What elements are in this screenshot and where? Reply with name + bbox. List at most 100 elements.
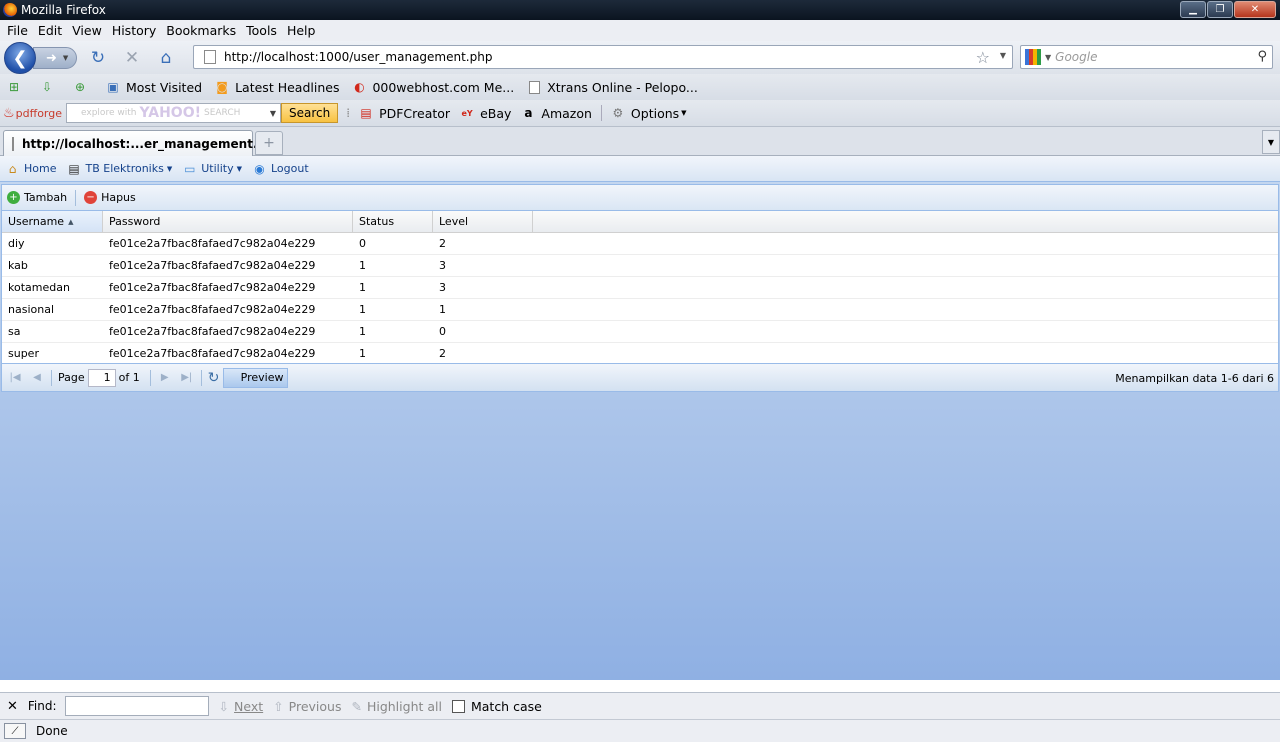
app-menu-utility[interactable]: ▭ Utility ▼: [182, 161, 242, 176]
first-page-icon[interactable]: |◀: [7, 370, 23, 386]
previous-page-icon[interactable]: ◀: [29, 370, 45, 386]
app-menu-logout[interactable]: ◉ Logout: [252, 161, 308, 176]
cell-password: fe01ce2a7fbac8fafaed7c982a04e229: [109, 237, 316, 250]
page-number-input[interactable]: 1: [87, 368, 116, 387]
search-box[interactable]: ▼ Google ⚲: [1020, 45, 1273, 69]
google-icon[interactable]: [1025, 49, 1041, 65]
bookmark-add-item[interactable]: ⊞: [6, 79, 27, 95]
ebay-label: eBay: [480, 105, 512, 121]
search-engine-dropdown-icon[interactable]: ▼: [1045, 53, 1051, 62]
document-icon: ▤: [68, 161, 80, 176]
cell-status: 0: [359, 237, 366, 250]
yahoo-search-button[interactable]: Search: [281, 103, 339, 123]
app-menu-label: TB Elektroniks: [85, 162, 164, 175]
yahoo-search-input[interactable]: explore with YAHOO! SEARCH ▼: [66, 103, 282, 123]
new-tab-button[interactable]: +: [255, 131, 283, 155]
checkbox[interactable]: [451, 699, 465, 713]
maximize-button[interactable]: ❐: [1207, 1, 1233, 18]
toolbar-grip-icon[interactable]: ⁞: [346, 106, 350, 120]
logout-icon: ◉: [254, 161, 265, 176]
amazon-item[interactable]: a Amazon: [520, 105, 592, 121]
bookmark-add-page-item[interactable]: ⊕: [72, 79, 93, 95]
pdf-icon: ▤: [360, 106, 372, 120]
add-label: Tambah: [24, 191, 68, 204]
gear-icon: ⚙: [612, 106, 624, 120]
find-next-button[interactable]: ⇩ Next: [219, 699, 264, 714]
minimize-button[interactable]: ▁: [1180, 1, 1206, 18]
column-label: Level: [439, 215, 469, 228]
page-icon: [204, 50, 216, 64]
cell-status: 1: [359, 325, 366, 338]
app-menu-tb-elektroniks[interactable]: ▤ TB Elektroniks ▼: [66, 161, 172, 176]
bookmark-latest-headlines[interactable]: ◙ Latest Headlines: [214, 79, 339, 95]
delete-button[interactable]: − Hapus: [84, 191, 136, 204]
toolbar-divider: [600, 105, 602, 121]
find-input[interactable]: [64, 696, 209, 716]
refresh-icon[interactable]: ↻: [208, 370, 220, 386]
table-row[interactable]: kab fe01ce2a7fbac8fafaed7c982a04e229 1 3: [2, 255, 1278, 277]
add-bookmark-icon: ⊞: [8, 80, 20, 94]
page-count-label: of 1: [118, 371, 140, 384]
tab-list-button[interactable]: ▼: [1262, 130, 1280, 154]
highlight-all-button[interactable]: ✎ Highlight all: [351, 699, 442, 714]
app-menu-home[interactable]: ⌂ Home: [5, 161, 57, 176]
column-header-level[interactable]: Level: [433, 211, 533, 232]
column-header-username[interactable]: Username ▲: [2, 211, 103, 232]
table-row[interactable]: nasional fe01ce2a7fbac8fafaed7c982a04e22…: [2, 299, 1278, 321]
options-item[interactable]: ⚙ Options ▼: [610, 105, 687, 121]
url-bar[interactable]: http://localhost:1000/user_management.ph…: [193, 45, 1013, 69]
menu-edit[interactable]: Edit: [33, 23, 67, 38]
back-button[interactable]: ❮: [4, 42, 36, 74]
table-row[interactable]: sa fe01ce2a7fbac8fafaed7c982a04e229 1 0: [2, 321, 1278, 343]
menu-file[interactable]: File: [2, 23, 33, 38]
next-page-icon[interactable]: ▶: [157, 370, 173, 386]
url-dropdown-icon[interactable]: ▼: [1000, 51, 1006, 60]
close-window-button[interactable]: ✕: [1234, 1, 1276, 18]
chevron-down-icon: ▼: [166, 164, 173, 173]
last-page-icon[interactable]: ▶|: [179, 370, 195, 386]
window-titlebar: Mozilla Firefox ▁ ❐ ✕: [0, 0, 1280, 20]
bookmark-most-visited[interactable]: ▣ Most Visited: [105, 79, 202, 95]
cell-level: 2: [439, 347, 446, 360]
column-header-password[interactable]: Password: [103, 211, 353, 232]
find-previous-button[interactable]: ⇧ Previous: [273, 699, 341, 714]
bookmark-webhost[interactable]: ◐ 000webhost.com Me...: [351, 79, 514, 95]
menu-tools[interactable]: Tools: [241, 23, 282, 38]
menu-bookmarks[interactable]: Bookmarks: [161, 23, 241, 38]
url-text[interactable]: http://localhost:1000/user_management.ph…: [224, 50, 492, 64]
search-icon[interactable]: ⚲: [1257, 49, 1267, 64]
grid-toolbar: + Tambah − Hapus: [2, 185, 1278, 211]
menu-view[interactable]: View: [67, 23, 107, 38]
cell-password: fe01ce2a7fbac8fafaed7c982a04e229: [109, 281, 316, 294]
pdfforge-logo[interactable]: ♨ pdfforge: [3, 106, 62, 121]
star-bookmark-icon[interactable]: ☆: [976, 48, 990, 67]
grid-pager: |◀ ◀ Page 1 of 1 ▶ ▶| ↻ Preview Menampil…: [2, 363, 1278, 391]
menu-help[interactable]: Help: [282, 23, 321, 38]
column-header-status[interactable]: Status: [353, 211, 433, 232]
search-placeholder[interactable]: Google: [1055, 50, 1097, 64]
preview-button[interactable]: Preview: [223, 367, 289, 388]
table-row[interactable]: super fe01ce2a7fbac8fafaed7c982a04e229 1…: [2, 343, 1278, 365]
cell-level: 2: [439, 237, 446, 250]
yahoo-dropdown-icon[interactable]: ▼: [270, 109, 276, 118]
cell-password: fe01ce2a7fbac8fafaed7c982a04e229: [109, 303, 316, 316]
forward-button[interactable]: ➜ ▼: [33, 47, 77, 69]
table-row[interactable]: diy fe01ce2a7fbac8fafaed7c982a04e229 0 2: [2, 233, 1278, 255]
stop-icon[interactable]: ✕: [123, 48, 141, 68]
match-case-label: Match case: [470, 698, 542, 714]
menu-history[interactable]: History: [107, 23, 161, 38]
close-icon[interactable]: ✕: [7, 699, 18, 714]
tab-user-management[interactable]: http://localhost:...er_management.php: [3, 130, 283, 156]
home-icon[interactable]: ⌂: [157, 48, 175, 68]
ebay-item[interactable]: eY eBay: [459, 105, 511, 121]
table-row[interactable]: kotamedan fe01ce2a7fbac8fafaed7c982a04e2…: [2, 277, 1278, 299]
bookmark-xtrans[interactable]: Xtrans Online - Pelopo...: [526, 79, 698, 95]
pdfcreator-item[interactable]: ▤ PDFCreator: [358, 105, 450, 121]
match-case-checkbox[interactable]: Match case: [451, 698, 542, 714]
add-button[interactable]: + Tambah: [7, 191, 67, 204]
app-menu-label: Utility: [201, 162, 234, 175]
bookmark-label: Most Visited: [126, 79, 203, 95]
reload-icon[interactable]: ↻: [89, 48, 107, 68]
bookmark-download-item[interactable]: ⇩: [39, 79, 60, 95]
delete-label: Hapus: [101, 191, 136, 204]
